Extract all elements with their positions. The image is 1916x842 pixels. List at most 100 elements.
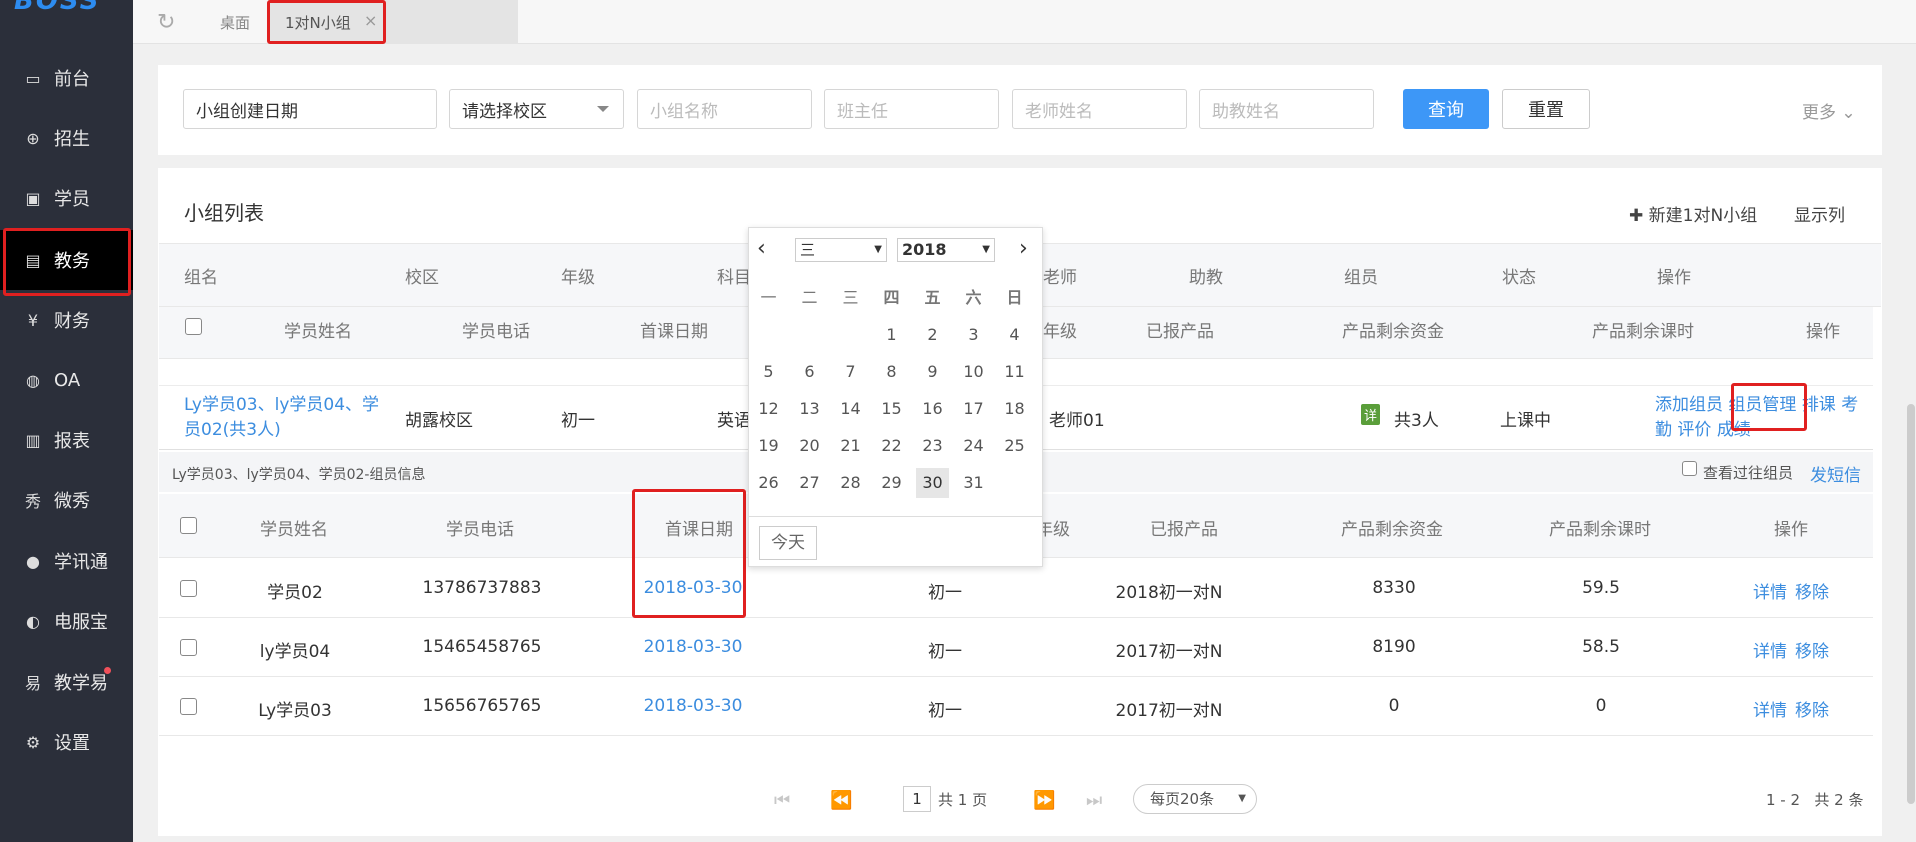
first-page-icon[interactable]: ⏮ [774, 790, 790, 811]
page-number-input[interactable]: 1 [903, 786, 931, 812]
sidebar-item-reports[interactable]: ▥ 报表 [0, 410, 133, 470]
month-select[interactable]: 三 ▼ [795, 238, 887, 262]
next-page-icon[interactable]: ⏩ [1033, 790, 1055, 811]
calendar-day[interactable]: 31 [957, 468, 990, 498]
sidebar-item-settings[interactable]: ⚙ 设置 [0, 712, 133, 772]
create-date-field[interactable]: 小组创建日期 [183, 89, 437, 129]
new-group-button[interactable]: ✚ 新建1对N小组 [1629, 201, 1757, 226]
calendar-day[interactable]: 24 [957, 431, 990, 461]
attendance-link[interactable]: 考 [1841, 395, 1858, 415]
reset-button[interactable]: 重置 [1502, 89, 1590, 129]
sidebar-item-jiaoxueyi[interactable]: 易教学易 [0, 652, 133, 712]
weekday-label: 三 [842, 288, 859, 307]
detail-link[interactable]: 详情 [1753, 637, 1787, 662]
campus-select[interactable]: 请选择校区 [449, 89, 624, 129]
assistant-name-input[interactable]: 助教姓名 [1199, 89, 1374, 129]
prev-page-icon[interactable]: ⏪ [830, 790, 852, 811]
calendar-day[interactable]: 15 [875, 394, 908, 424]
next-month-icon[interactable]: › [1019, 236, 1028, 261]
detail-link[interactable]: 详情 [1753, 696, 1787, 721]
calendar-day[interactable]: 14 [834, 394, 867, 424]
sidebar-item-xuexuntong[interactable]: ● 学讯通 [0, 531, 133, 591]
year-select[interactable]: 2018 ▼ [897, 238, 995, 262]
calendar-day[interactable]: 10 [957, 357, 990, 387]
calendar-day[interactable]: 18 [998, 394, 1031, 424]
teacher-name-input[interactable]: 老师姓名 [1012, 89, 1187, 129]
prev-month-icon[interactable]: ‹ [757, 236, 766, 261]
remove-link[interactable]: 移除 [1795, 696, 1829, 721]
first-class-date-link[interactable]: 2018-03-30 [644, 578, 743, 598]
calendar-day[interactable]: 2 [916, 320, 949, 350]
calendar-day[interactable]: 30 [916, 468, 949, 498]
page-scrollbar[interactable] [1906, 44, 1916, 842]
evaluate-link[interactable]: 评价 [1677, 420, 1711, 440]
page-size-select[interactable]: 每页20条 ▼ [1133, 784, 1257, 814]
calendar-day[interactable]: 7 [834, 357, 867, 387]
first-class-date-link[interactable]: 2018-03-30 [644, 696, 743, 716]
col-header-actions: 操作 [1657, 268, 1691, 288]
calendar-day[interactable]: 27 [793, 468, 826, 498]
sidebar-item-oa[interactable]: ◍ OA [0, 350, 133, 410]
calendar-day[interactable]: 25 [998, 431, 1031, 461]
calendar-day[interactable]: 1 [875, 320, 908, 350]
calendar-day[interactable]: 4 [998, 320, 1031, 350]
calendar-day[interactable]: 28 [834, 468, 867, 498]
calendar-day[interactable]: 29 [875, 468, 908, 498]
calendar-day[interactable]: 11 [998, 357, 1031, 387]
add-member-link[interactable]: 添加组员 [1655, 395, 1723, 415]
select-all-checkbox[interactable] [185, 318, 202, 335]
first-class-date-link[interactable]: 2018-03-30 [644, 637, 743, 657]
calendar-day[interactable]: 20 [793, 431, 826, 461]
sidebar-item-finance[interactable]: ¥ 财务 [0, 290, 133, 350]
head-teacher-input[interactable]: 班主任 [824, 89, 999, 129]
detail-badge[interactable]: 详 [1361, 404, 1381, 425]
location-icon: ● [26, 551, 40, 571]
calendar-day[interactable]: 17 [957, 394, 990, 424]
calendar-day[interactable]: 16 [916, 394, 949, 424]
calendar-day[interactable]: 9 [916, 357, 949, 387]
scrollbar-thumb[interactable] [1907, 404, 1915, 804]
calendar-day[interactable]: 23 [916, 431, 949, 461]
calendar-day[interactable]: 3 [957, 320, 990, 350]
sidebar-item-enrollment[interactable]: ⊕ 招生 [0, 108, 133, 168]
today-button[interactable]: 今天 [759, 526, 817, 560]
more-filters-toggle[interactable]: 更多 ⌄ [1802, 98, 1856, 123]
m-col-first-date: 首课日期 [665, 520, 733, 540]
sidebar-item-dianfubao[interactable]: ◐ 电服宝 [0, 591, 133, 651]
refresh-icon[interactable]: ↻ [157, 10, 175, 35]
bar-chart-icon: ▥ [25, 430, 41, 450]
grades-link[interactable]: 成绩 [1717, 420, 1751, 440]
tab-desktop[interactable]: 桌面 [205, 0, 265, 44]
remove-link[interactable]: 移除 [1795, 637, 1829, 662]
calendar-day[interactable]: 13 [793, 394, 826, 424]
sidebar-item-academic[interactable]: ▤ 教务 [0, 230, 133, 290]
sidebar-item-students[interactable]: ▣ 学员 [0, 168, 133, 228]
display-columns-button[interactable]: 显示列 [1794, 201, 1845, 226]
calendar-day[interactable]: 22 [875, 431, 908, 461]
search-button[interactable]: 查询 [1403, 89, 1489, 129]
calendar-day[interactable]: 12 [752, 394, 785, 424]
row-checkbox[interactable] [180, 698, 197, 715]
row-checkbox[interactable] [180, 580, 197, 597]
group-name-input[interactable]: 小组名称 [637, 89, 812, 129]
send-sms-link[interactable]: 发短信 [1810, 461, 1861, 486]
calendar-day[interactable]: 19 [752, 431, 785, 461]
attendance-link-cont[interactable]: 勤 [1655, 420, 1672, 440]
detail-link[interactable]: 详情 [1753, 578, 1787, 603]
history-checkbox[interactable] [1682, 461, 1697, 476]
last-page-icon[interactable]: ⏭ [1086, 790, 1102, 811]
calendar-day[interactable]: 5 [752, 357, 785, 387]
calendar-day[interactable]: 8 [875, 357, 908, 387]
members-select-all-checkbox[interactable] [180, 517, 197, 534]
row-checkbox[interactable] [180, 639, 197, 656]
calendar-day[interactable]: 26 [752, 468, 785, 498]
group-name-link[interactable]: Ly学员03、ly学员04、学 员02(共3人) [184, 393, 379, 443]
close-icon[interactable]: × [364, 11, 377, 30]
sidebar-item-weixiu[interactable]: 秀微秀 [0, 470, 133, 530]
schedule-link[interactable]: 排课 [1802, 395, 1836, 415]
calendar-day[interactable]: 6 [793, 357, 826, 387]
remove-link[interactable]: 移除 [1795, 578, 1829, 603]
calendar-day[interactable]: 21 [834, 431, 867, 461]
member-manage-link[interactable]: 组员管理 [1728, 395, 1796, 415]
sidebar-item-front-desk[interactable]: ▭ 前台 [0, 48, 133, 108]
